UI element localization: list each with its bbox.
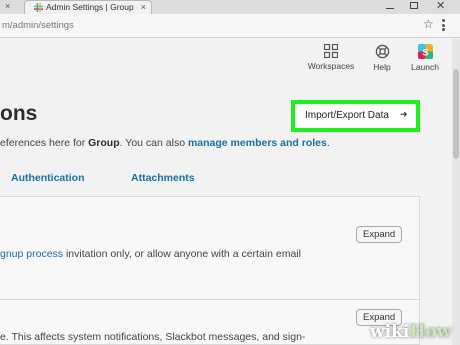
slack-launch-icon: S: [417, 44, 433, 59]
signup-setting-desc: invitation only, or allow anyone with a …: [63, 248, 301, 260]
desc-mid: . You can also: [119, 137, 188, 149]
tab-authentication[interactable]: Authentication: [11, 172, 85, 184]
grid-icon: [324, 44, 338, 58]
window-minimize-icon[interactable]: [386, 1, 394, 9]
arrow-right-icon: ➜: [400, 109, 408, 119]
prev-tab-close-icon[interactable]: ×: [5, 0, 10, 12]
nav-workspaces-label: Workspaces: [307, 61, 355, 71]
desc-prefix: eferences here for: [0, 137, 89, 149]
bookmark-star-icon[interactable]: ☆: [423, 17, 434, 31]
nav-launch-label: Launch: [411, 62, 439, 72]
settings-description: eferences here for Group. You can also m…: [0, 137, 330, 149]
slack-favicon-icon: [34, 3, 43, 12]
expand-button-signup[interactable]: Expand: [356, 226, 403, 243]
workspace-name: Group: [88, 137, 120, 149]
scroll-thumb[interactable]: [453, 69, 459, 159]
svg-text:S: S: [422, 47, 428, 57]
browser-menu-icon[interactable]: [442, 19, 445, 31]
window-maximize-icon[interactable]: [410, 2, 418, 9]
notifications-setting-text: e. This affects system notifications, Sl…: [0, 331, 306, 343]
url-field[interactable]: m/admin/settings: [2, 20, 74, 31]
page-scrollbar[interactable]: [452, 39, 460, 345]
browser-tab-title: Admin Settings | Group: [46, 2, 134, 12]
nav-launch[interactable]: S Launch: [407, 44, 443, 72]
wikihow-watermark: wikiHow: [370, 322, 451, 342]
watermark-wiki: wiki: [370, 322, 410, 342]
nav-help-label: Help: [373, 62, 391, 72]
desc-suffix: .: [326, 137, 330, 149]
window-close-icon[interactable]: ✕: [436, 0, 445, 12]
lifebuoy-icon: [375, 44, 389, 59]
tab-attachments[interactable]: Attachments: [131, 172, 195, 184]
manage-members-link[interactable]: manage members and roles: [188, 137, 327, 149]
watermark-how: How: [409, 322, 452, 342]
address-bar: m/admin/settings ☆: [0, 14, 460, 38]
browser-tabbar: × Admin Settings | Group × ✕: [0, 0, 460, 14]
page-title: ons: [0, 102, 38, 125]
card-divider: [0, 299, 420, 300]
nav-workspaces[interactable]: Workspaces: [305, 44, 357, 71]
nav-help[interactable]: Help: [366, 44, 398, 72]
signup-setting-text: gnup process invitation only, or allow a…: [0, 248, 301, 260]
browser-tab-active[interactable]: Admin Settings | Group ×: [24, 0, 152, 14]
signup-process-link[interactable]: gnup process: [0, 248, 63, 260]
import-export-highlight: Import/Export Data ➜: [291, 100, 420, 132]
import-export-label: Import/Export Data: [305, 110, 389, 121]
import-export-button[interactable]: Import/Export Data ➜: [295, 104, 416, 128]
tab-close-icon[interactable]: ×: [141, 1, 146, 13]
